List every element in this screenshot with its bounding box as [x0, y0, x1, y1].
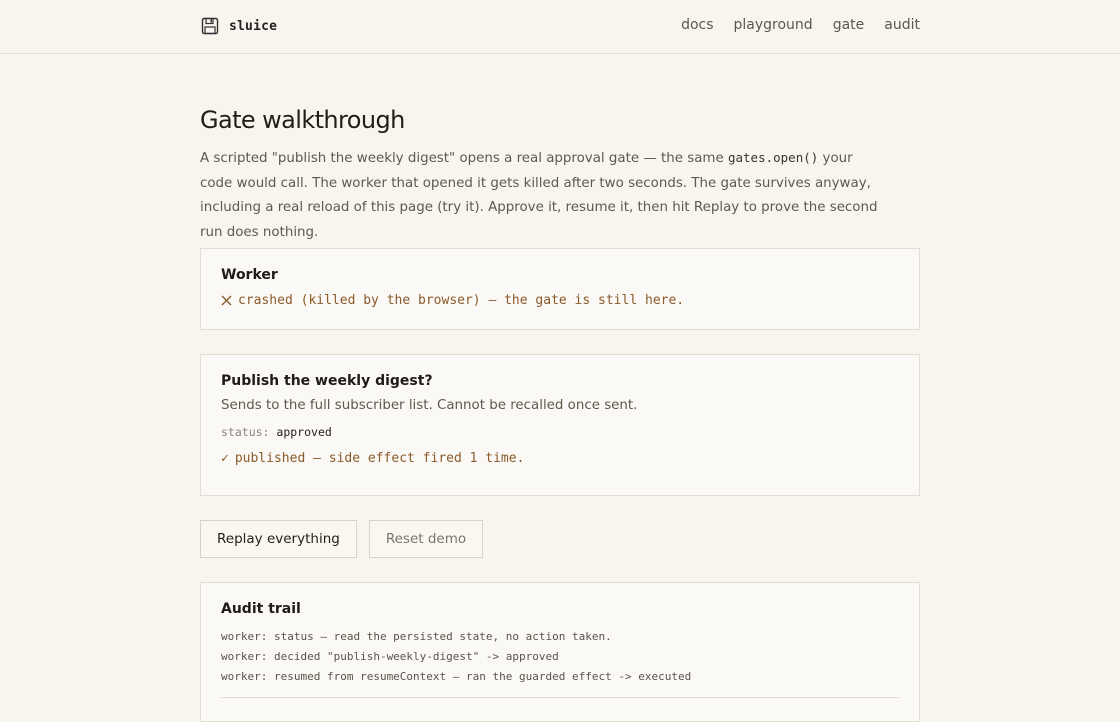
gate-status: status: approved — [221, 425, 899, 439]
audit-entry: worker: resumed from resumeContext — ran… — [221, 670, 692, 683]
gate-status-value: approved — [276, 425, 332, 439]
worker-title: Worker — [221, 267, 278, 283]
audit-list: worker: status — read the persisted stat… — [221, 627, 899, 687]
nav-link-docs[interactable]: docs — [681, 17, 713, 33]
worker-card: Worker crashed (killed by the browser) —… — [200, 248, 920, 330]
top-navigation-bar: sluice docs playground gate audit — [0, 0, 1120, 54]
gate-title: Publish the weekly digest? — [221, 373, 433, 389]
audit-divider — [221, 697, 899, 698]
worker-status: crashed (killed by the browser) — the ga… — [221, 293, 899, 308]
brand[interactable]: sluice — [200, 16, 277, 36]
nav-link-playground[interactable]: playground — [734, 17, 813, 33]
audit-title: Audit trail — [221, 601, 301, 617]
brand-name: sluice — [229, 18, 278, 34]
audit-entry: worker: decided "publish-weekly-digest" … — [221, 650, 559, 663]
floppy-disk-icon — [201, 17, 219, 35]
top-nav: docs playground gate audit — [681, 17, 920, 33]
gate-description: Sends to the full subscriber list. Canno… — [221, 398, 638, 413]
nav-link-gate[interactable]: gate — [833, 17, 865, 33]
replay-everything-button[interactable]: Replay everything — [200, 520, 357, 558]
worker-status-text: crashed (killed by the browser) — the ga… — [238, 293, 685, 308]
intro-paragraph: A scripted "publish the weekly digest" o… — [200, 146, 880, 245]
check-icon: ✓ — [221, 451, 229, 466]
x-icon — [221, 295, 232, 306]
intro-text-start: A scripted "publish the weekly digest" o… — [200, 151, 728, 166]
main-content: Gate walkthrough A scripted "publish the… — [200, 104, 920, 245]
gate-result-text: published — side effect fired 1 time. — [234, 451, 525, 466]
reset-demo-button[interactable]: Reset demo — [368, 520, 484, 558]
page-title: Gate walkthrough — [200, 106, 405, 134]
gate-card: Publish the weekly digest? Sends to the … — [200, 354, 920, 496]
gate-status-label: status: — [221, 425, 270, 439]
audit-entry: worker: status — read the persisted stat… — [221, 630, 612, 643]
demo-actions: Replay everything Reset demo — [200, 520, 484, 558]
gate-result: ✓ published — side effect fired 1 time. — [221, 451, 899, 466]
audit-trail-card: Audit trail worker: status — read the pe… — [200, 582, 920, 722]
intro-code: gates.open() — [727, 150, 819, 165]
nav-link-audit[interactable]: audit — [884, 17, 920, 33]
